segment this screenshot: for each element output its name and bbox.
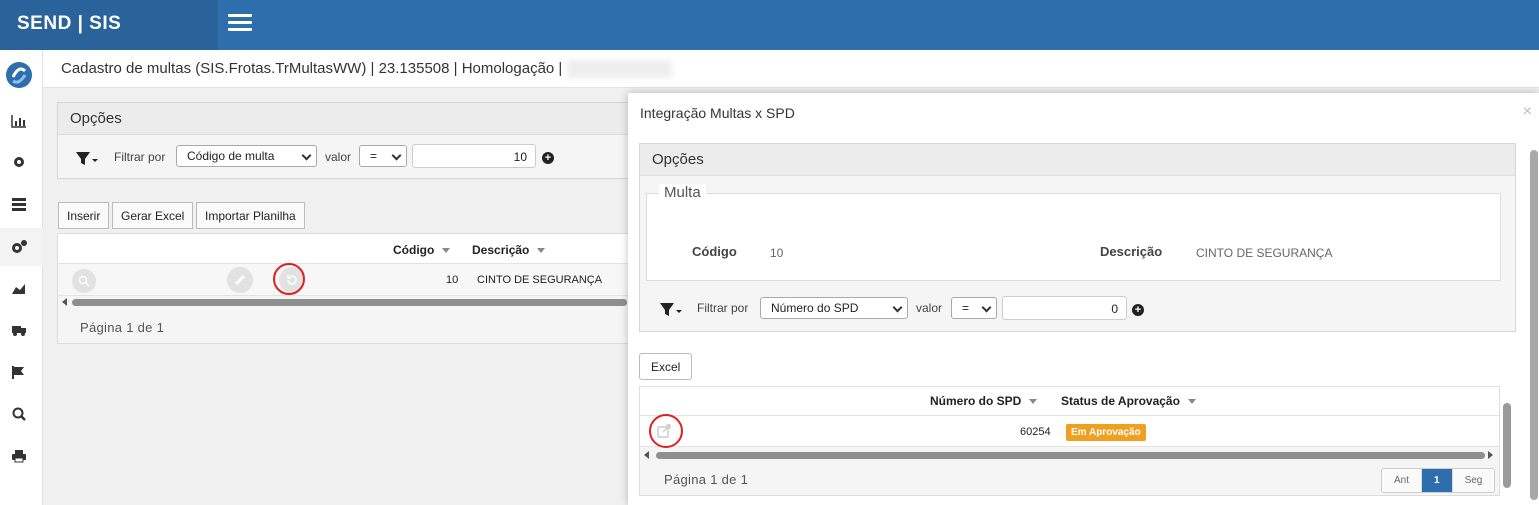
modal-vertical-scrollbar[interactable] (1530, 150, 1538, 500)
close-icon[interactable]: × (1523, 103, 1532, 121)
modal-filter-icon[interactable] (659, 302, 683, 318)
chart-bar-icon[interactable] (10, 113, 28, 129)
add-filter-icon[interactable]: + (542, 152, 554, 164)
multa-fieldset: Multa Código 10 Descrição CINTO DE SEGUR… (646, 184, 1501, 281)
top-bar: SEND | SIS (0, 0, 1539, 50)
attach-icon[interactable] (227, 267, 253, 293)
scroll-left-icon[interactable] (62, 298, 67, 306)
truck-icon[interactable] (10, 322, 28, 338)
app-logo-icon (6, 62, 32, 88)
filter-icon[interactable] (75, 151, 99, 167)
modal-filter-value-input[interactable]: 0 (1002, 296, 1127, 320)
options-panel: Opções Filtrar por Código de multa valor… (57, 102, 657, 179)
valor-label: valor (325, 150, 352, 164)
options-title: Opções (58, 103, 656, 135)
horizontal-scrollbar[interactable] (656, 452, 1485, 459)
cell-spd: 60254 (1020, 426, 1051, 438)
pager: Ant 1 Seg (1381, 468, 1496, 493)
table-row: 60254 Em Aprovação (640, 416, 1499, 447)
grid-vertical-scrollbar[interactable] (1503, 403, 1511, 488)
import-sheet-button[interactable]: Importar Planilha (196, 202, 305, 229)
column-header-status[interactable]: Status de Aprovação (1061, 394, 1196, 408)
code-value: 10 (770, 246, 784, 260)
column-header-spd[interactable]: Número do SPD (930, 394, 1038, 408)
modal-add-filter-icon[interactable]: + (1132, 304, 1144, 316)
highlight-circle (649, 414, 683, 448)
excel-button[interactable]: Excel (639, 353, 693, 380)
gear-icon[interactable] (10, 154, 28, 170)
sidebar-item-active[interactable] (0, 228, 43, 266)
flag-icon[interactable] (10, 364, 28, 380)
modal-title: Integração Multas x SPD (640, 105, 795, 121)
scroll-right-icon[interactable] (1488, 451, 1493, 459)
modal-operator-select[interactable]: = (951, 297, 997, 319)
print-icon[interactable] (10, 448, 28, 464)
operator-select[interactable]: = (359, 145, 407, 167)
multas-grid: Código Descrição 10 CINTO DE SEGURANÇA P… (57, 233, 632, 344)
page-title-text: Cadastro de multas (SIS.Frotas.TrMultasW… (61, 60, 563, 77)
redacted-user (566, 60, 672, 79)
modal-pagination-info: Página 1 de 1 (664, 472, 749, 487)
sidebar (0, 50, 43, 505)
export-excel-button[interactable]: Gerar Excel (112, 202, 194, 229)
pagination-info: Página 1 de 1 (80, 320, 165, 335)
area-chart-icon[interactable] (10, 280, 28, 296)
filter-field-select[interactable]: Código de multa (176, 145, 317, 167)
scroll-left-icon[interactable] (644, 451, 649, 459)
page-title: Cadastro de multas (SIS.Frotas.TrMultasW… (43, 50, 1539, 88)
prev-page-button[interactable]: Ant (1382, 469, 1423, 492)
cell-description: CINTO DE SEGURANÇA (477, 274, 603, 286)
integration-modal: Integração Multas x SPD × Opções Multa C… (628, 93, 1539, 505)
brand-logo[interactable]: SEND | SIS (0, 0, 218, 50)
insert-button[interactable]: Inserir (58, 202, 110, 229)
table-row: 10 CINTO DE SEGURANÇA (58, 264, 631, 296)
modal-options-title: Opções (640, 144, 1515, 176)
status-badge: Em Aprovação (1066, 424, 1146, 441)
column-header-description[interactable]: Descrição (472, 243, 546, 257)
server-icon[interactable] (10, 196, 28, 212)
spd-grid: Número do SPD Status de Aprovação 60254 … (639, 386, 1500, 496)
current-page-button[interactable]: 1 (1422, 469, 1453, 492)
cell-code: 10 (446, 274, 459, 286)
view-icon[interactable] (72, 269, 96, 293)
modal-filter-label: Filtrar por (697, 301, 749, 315)
description-label: Descrição (1100, 244, 1163, 259)
modal-filter-field-select[interactable]: Número do SPD (760, 297, 908, 319)
filter-value-input[interactable]: 10 (412, 144, 536, 168)
search-icon[interactable] (10, 406, 28, 422)
highlight-circle (273, 263, 305, 295)
modal-options-panel: Opções Multa Código 10 Descrição CINTO D… (639, 143, 1516, 332)
fieldset-legend: Multa (659, 184, 706, 201)
description-value: CINTO DE SEGURANÇA (1196, 246, 1333, 260)
column-header-code[interactable]: Código (393, 243, 451, 257)
gears-icon (12, 240, 27, 253)
horizontal-scrollbar[interactable] (72, 299, 627, 306)
filter-label: Filtrar por (114, 150, 166, 164)
menu-toggle-icon[interactable] (228, 14, 252, 32)
next-page-button[interactable]: Seg (1452, 469, 1495, 492)
modal-valor-label: valor (916, 301, 943, 315)
code-label: Código (692, 244, 737, 259)
